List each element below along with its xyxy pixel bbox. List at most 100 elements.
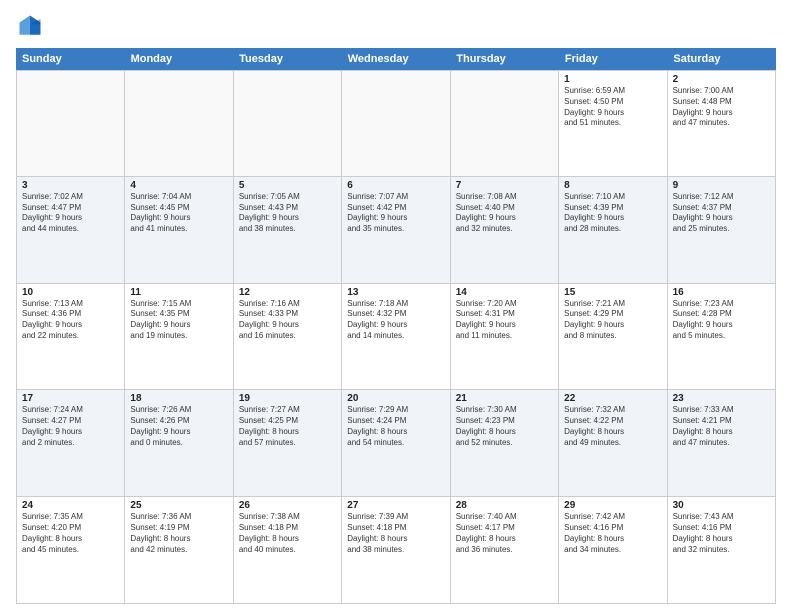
- day-number: 5: [239, 180, 336, 191]
- cell-info: Sunrise: 7:08 AM Sunset: 4:40 PM Dayligh…: [456, 192, 553, 235]
- calendar-cell-r2-c6: 16Sunrise: 7:23 AM Sunset: 4:28 PM Dayli…: [668, 284, 776, 391]
- calendar-cell-r0-c5: 1Sunrise: 6:59 AM Sunset: 4:50 PM Daylig…: [559, 70, 667, 177]
- header-day-sunday: Sunday: [16, 48, 125, 70]
- cell-info: Sunrise: 7:07 AM Sunset: 4:42 PM Dayligh…: [347, 192, 444, 235]
- cell-info: Sunrise: 7:00 AM Sunset: 4:48 PM Dayligh…: [673, 86, 770, 129]
- day-number: 24: [22, 500, 119, 511]
- calendar-cell-r1-c2: 5Sunrise: 7:05 AM Sunset: 4:43 PM Daylig…: [234, 177, 342, 284]
- day-number: 6: [347, 180, 444, 191]
- day-number: 23: [673, 393, 770, 404]
- calendar-cell-r0-c6: 2Sunrise: 7:00 AM Sunset: 4:48 PM Daylig…: [668, 70, 776, 177]
- cell-info: Sunrise: 7:42 AM Sunset: 4:16 PM Dayligh…: [564, 512, 661, 555]
- day-number: 19: [239, 393, 336, 404]
- day-number: 16: [673, 287, 770, 298]
- cell-info: Sunrise: 7:29 AM Sunset: 4:24 PM Dayligh…: [347, 405, 444, 448]
- calendar-cell-r2-c0: 10Sunrise: 7:13 AM Sunset: 4:36 PM Dayli…: [17, 284, 125, 391]
- day-number: 25: [130, 500, 227, 511]
- header-day-monday: Monday: [125, 48, 234, 70]
- day-number: 29: [564, 500, 661, 511]
- calendar-cell-r2-c3: 13Sunrise: 7:18 AM Sunset: 4:32 PM Dayli…: [342, 284, 450, 391]
- calendar-cell-r1-c6: 9Sunrise: 7:12 AM Sunset: 4:37 PM Daylig…: [668, 177, 776, 284]
- day-number: 3: [22, 180, 119, 191]
- calendar-cell-r4-c1: 25Sunrise: 7:36 AM Sunset: 4:19 PM Dayli…: [125, 497, 233, 604]
- logo-icon: [16, 12, 44, 40]
- calendar-cell-r1-c4: 7Sunrise: 7:08 AM Sunset: 4:40 PM Daylig…: [451, 177, 559, 284]
- cell-info: Sunrise: 7:30 AM Sunset: 4:23 PM Dayligh…: [456, 405, 553, 448]
- cell-info: Sunrise: 7:18 AM Sunset: 4:32 PM Dayligh…: [347, 299, 444, 342]
- cell-info: Sunrise: 7:32 AM Sunset: 4:22 PM Dayligh…: [564, 405, 661, 448]
- cell-info: Sunrise: 7:26 AM Sunset: 4:26 PM Dayligh…: [130, 405, 227, 448]
- day-number: 7: [456, 180, 553, 191]
- calendar-cell-r3-c2: 19Sunrise: 7:27 AM Sunset: 4:25 PM Dayli…: [234, 390, 342, 497]
- cell-info: Sunrise: 7:20 AM Sunset: 4:31 PM Dayligh…: [456, 299, 553, 342]
- day-number: 11: [130, 287, 227, 298]
- calendar-cell-r3-c6: 23Sunrise: 7:33 AM Sunset: 4:21 PM Dayli…: [668, 390, 776, 497]
- day-number: 30: [673, 500, 770, 511]
- day-number: 1: [564, 74, 661, 85]
- cell-info: Sunrise: 7:02 AM Sunset: 4:47 PM Dayligh…: [22, 192, 119, 235]
- calendar-row-4: 24Sunrise: 7:35 AM Sunset: 4:20 PM Dayli…: [16, 497, 776, 604]
- cell-info: Sunrise: 7:23 AM Sunset: 4:28 PM Dayligh…: [673, 299, 770, 342]
- calendar-cell-r0-c2: [234, 70, 342, 177]
- day-number: 14: [456, 287, 553, 298]
- cell-info: Sunrise: 7:10 AM Sunset: 4:39 PM Dayligh…: [564, 192, 661, 235]
- header-day-friday: Friday: [559, 48, 668, 70]
- calendar-cell-r4-c0: 24Sunrise: 7:35 AM Sunset: 4:20 PM Dayli…: [17, 497, 125, 604]
- cell-info: Sunrise: 7:16 AM Sunset: 4:33 PM Dayligh…: [239, 299, 336, 342]
- calendar-cell-r3-c4: 21Sunrise: 7:30 AM Sunset: 4:23 PM Dayli…: [451, 390, 559, 497]
- calendar-cell-r2-c5: 15Sunrise: 7:21 AM Sunset: 4:29 PM Dayli…: [559, 284, 667, 391]
- calendar-cell-r3-c1: 18Sunrise: 7:26 AM Sunset: 4:26 PM Dayli…: [125, 390, 233, 497]
- calendar-body: 1Sunrise: 6:59 AM Sunset: 4:50 PM Daylig…: [16, 70, 776, 604]
- calendar-cell-r1-c0: 3Sunrise: 7:02 AM Sunset: 4:47 PM Daylig…: [17, 177, 125, 284]
- day-number: 15: [564, 287, 661, 298]
- calendar-cell-r0-c3: [342, 70, 450, 177]
- logo: [16, 12, 48, 40]
- day-number: 21: [456, 393, 553, 404]
- cell-info: Sunrise: 7:35 AM Sunset: 4:20 PM Dayligh…: [22, 512, 119, 555]
- cell-info: Sunrise: 7:43 AM Sunset: 4:16 PM Dayligh…: [673, 512, 770, 555]
- calendar-cell-r4-c4: 28Sunrise: 7:40 AM Sunset: 4:17 PM Dayli…: [451, 497, 559, 604]
- header-day-wednesday: Wednesday: [342, 48, 451, 70]
- calendar-cell-r2-c2: 12Sunrise: 7:16 AM Sunset: 4:33 PM Dayli…: [234, 284, 342, 391]
- calendar-cell-r1-c5: 8Sunrise: 7:10 AM Sunset: 4:39 PM Daylig…: [559, 177, 667, 284]
- cell-info: Sunrise: 7:15 AM Sunset: 4:35 PM Dayligh…: [130, 299, 227, 342]
- calendar-cell-r0-c4: [451, 70, 559, 177]
- cell-info: Sunrise: 7:39 AM Sunset: 4:18 PM Dayligh…: [347, 512, 444, 555]
- calendar-cell-r1-c1: 4Sunrise: 7:04 AM Sunset: 4:45 PM Daylig…: [125, 177, 233, 284]
- calendar-cell-r4-c6: 30Sunrise: 7:43 AM Sunset: 4:16 PM Dayli…: [668, 497, 776, 604]
- calendar-cell-r0-c1: [125, 70, 233, 177]
- calendar-cell-r3-c0: 17Sunrise: 7:24 AM Sunset: 4:27 PM Dayli…: [17, 390, 125, 497]
- calendar-header: SundayMondayTuesdayWednesdayThursdayFrid…: [16, 48, 776, 70]
- header: [16, 12, 776, 40]
- cell-info: Sunrise: 7:24 AM Sunset: 4:27 PM Dayligh…: [22, 405, 119, 448]
- cell-info: Sunrise: 7:05 AM Sunset: 4:43 PM Dayligh…: [239, 192, 336, 235]
- day-number: 22: [564, 393, 661, 404]
- calendar-cell-r2-c1: 11Sunrise: 7:15 AM Sunset: 4:35 PM Dayli…: [125, 284, 233, 391]
- day-number: 2: [673, 74, 770, 85]
- day-number: 13: [347, 287, 444, 298]
- day-number: 12: [239, 287, 336, 298]
- calendar-cell-r4-c5: 29Sunrise: 7:42 AM Sunset: 4:16 PM Dayli…: [559, 497, 667, 604]
- calendar: SundayMondayTuesdayWednesdayThursdayFrid…: [16, 48, 776, 604]
- day-number: 18: [130, 393, 227, 404]
- calendar-cell-r3-c3: 20Sunrise: 7:29 AM Sunset: 4:24 PM Dayli…: [342, 390, 450, 497]
- cell-info: Sunrise: 7:27 AM Sunset: 4:25 PM Dayligh…: [239, 405, 336, 448]
- day-number: 17: [22, 393, 119, 404]
- day-number: 26: [239, 500, 336, 511]
- calendar-cell-r2-c4: 14Sunrise: 7:20 AM Sunset: 4:31 PM Dayli…: [451, 284, 559, 391]
- day-number: 20: [347, 393, 444, 404]
- cell-info: Sunrise: 6:59 AM Sunset: 4:50 PM Dayligh…: [564, 86, 661, 129]
- calendar-cell-r4-c2: 26Sunrise: 7:38 AM Sunset: 4:18 PM Dayli…: [234, 497, 342, 604]
- header-day-saturday: Saturday: [667, 48, 776, 70]
- day-number: 4: [130, 180, 227, 191]
- calendar-row-1: 3Sunrise: 7:02 AM Sunset: 4:47 PM Daylig…: [16, 177, 776, 284]
- calendar-cell-r1-c3: 6Sunrise: 7:07 AM Sunset: 4:42 PM Daylig…: [342, 177, 450, 284]
- calendar-row-0: 1Sunrise: 6:59 AM Sunset: 4:50 PM Daylig…: [16, 70, 776, 177]
- header-day-tuesday: Tuesday: [233, 48, 342, 70]
- day-number: 10: [22, 287, 119, 298]
- calendar-cell-r4-c3: 27Sunrise: 7:39 AM Sunset: 4:18 PM Dayli…: [342, 497, 450, 604]
- cell-info: Sunrise: 7:40 AM Sunset: 4:17 PM Dayligh…: [456, 512, 553, 555]
- cell-info: Sunrise: 7:38 AM Sunset: 4:18 PM Dayligh…: [239, 512, 336, 555]
- day-number: 28: [456, 500, 553, 511]
- calendar-cell-r3-c5: 22Sunrise: 7:32 AM Sunset: 4:22 PM Dayli…: [559, 390, 667, 497]
